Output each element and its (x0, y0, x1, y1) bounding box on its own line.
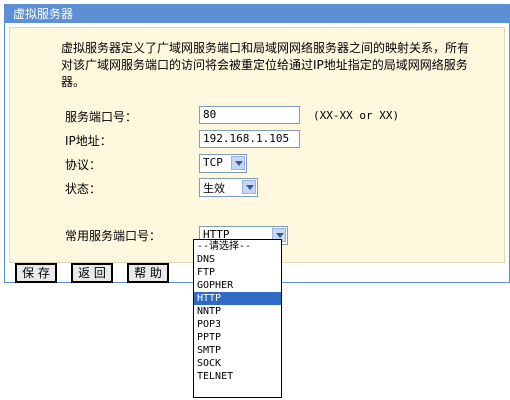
dropdown-option[interactable]: DNS (194, 253, 281, 266)
ip-label: IP地址： (65, 134, 112, 148)
dropdown-option[interactable]: TELNET (194, 370, 281, 383)
back-button[interactable]: 返 回 (71, 263, 113, 283)
protocol-select[interactable]: TCP (199, 154, 247, 173)
chevron-down-icon[interactable] (231, 156, 245, 170)
dropdown-option-selected[interactable]: HTTP (194, 292, 281, 305)
ip-input[interactable]: 192.168.1.105 (199, 130, 300, 148)
dropdown-option[interactable]: FTP (194, 266, 281, 279)
chevron-down-icon[interactable] (242, 180, 256, 194)
status-select[interactable]: 生效 (199, 178, 258, 197)
description-text: 虚拟服务器定义了广域网服务端口和局域网网络服务器之间的映射关系，所有对该广域网服… (61, 41, 470, 89)
port-label: 服务端口号： (65, 110, 138, 124)
protocol-select-value: TCP (203, 156, 223, 169)
status-select-value: 生效 (203, 182, 225, 195)
port-input[interactable]: 80 (199, 106, 300, 124)
dropdown-option[interactable]: NNTP (194, 305, 281, 318)
dropdown-option[interactable]: POP3 (194, 318, 281, 331)
dropdown-option[interactable]: SOCK (194, 357, 281, 370)
dropdown-option[interactable]: GOPHER (194, 279, 281, 292)
save-button[interactable]: 保 存 (15, 263, 57, 283)
protocol-label: 协议： (65, 158, 102, 172)
dropdown-option[interactable]: --请选择-- (194, 240, 281, 253)
help-button[interactable]: 帮 助 (127, 263, 169, 283)
common-port-dropdown-list[interactable]: --请选择-- DNS FTP GOPHER HTTP NNTP POP3 PP… (193, 239, 282, 398)
common-port-label: 常用服务端口号： (65, 229, 162, 243)
dropdown-option[interactable]: SMTP (194, 344, 281, 357)
port-format-hint: (XX-XX or XX) (313, 109, 400, 122)
dropdown-option[interactable]: PPTP (194, 331, 281, 344)
status-label: 状态： (65, 182, 102, 196)
form-area: 虚拟服务器定义了广域网服务端口和局域网网络服务器之间的映射关系，所有对该广域网服… (9, 27, 505, 263)
panel-title: 虚拟服务器 (5, 5, 509, 23)
